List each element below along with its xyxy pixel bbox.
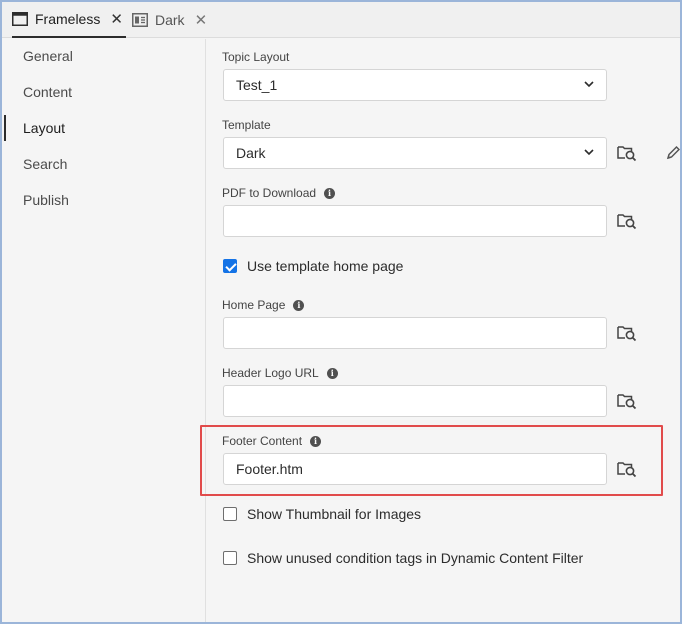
layout-icon <box>132 13 148 27</box>
show-unused-tags-checkbox[interactable]: Show unused condition tags in Dynamic Co… <box>223 550 583 566</box>
sidebar-item-publish[interactable]: Publish <box>2 183 206 217</box>
sidebar-item-label: Layout <box>23 120 66 136</box>
browse-folder-icon[interactable] <box>617 324 637 342</box>
template-select[interactable]: Dark <box>223 137 607 169</box>
sidebar-item-label: General <box>23 48 73 64</box>
checkbox-label: Show Thumbnail for Images <box>247 506 422 522</box>
checkbox-label: Use template home page <box>247 258 404 274</box>
browse-folder-icon[interactable] <box>617 144 637 162</box>
show-thumbnail-checkbox[interactable]: Show Thumbnail for Images <box>223 506 421 522</box>
checkbox-label: Show unused condition tags in Dynamic Co… <box>247 550 584 566</box>
checkbox-unchecked[interactable] <box>223 507 237 521</box>
pdf-to-download-input[interactable] <box>223 205 607 237</box>
label-text: Topic Layout <box>222 50 290 64</box>
label-text: Footer Content <box>222 434 303 448</box>
checkbox-unchecked[interactable] <box>223 551 237 565</box>
sidebar-item-label: Publish <box>23 192 69 208</box>
tab-frameless[interactable]: Frameless ✕ <box>12 2 126 38</box>
sidebar-item-label: Search <box>23 156 68 172</box>
footer-content-label: Footer Content i <box>222 434 322 448</box>
sidebar-item-search[interactable]: Search <box>2 147 206 181</box>
chevron-down-icon <box>584 81 594 88</box>
header-logo-url-label: Header Logo URL i <box>222 366 338 380</box>
footer-content-input[interactable]: Footer.htm <box>223 453 607 485</box>
use-template-home-checkbox[interactable]: Use template home page <box>223 258 403 274</box>
browse-folder-icon[interactable] <box>617 392 637 410</box>
label-text: Template <box>222 118 271 132</box>
label-text: PDF to Download <box>222 186 317 200</box>
sidebar-item-general[interactable]: General <box>2 39 206 73</box>
tab-bar: Frameless ✕ Dark ✕ <box>2 2 680 38</box>
template-label: Template <box>222 118 271 132</box>
tab-label: Dark <box>155 12 185 28</box>
info-icon[interactable]: i <box>310 435 322 447</box>
edit-pencil-icon[interactable] <box>665 145 681 161</box>
sidebar-item-layout[interactable]: Layout <box>2 111 206 145</box>
browse-folder-icon[interactable] <box>617 212 637 230</box>
checkbox-checked[interactable] <box>223 259 237 273</box>
tab-label: Frameless <box>35 11 101 27</box>
info-icon[interactable]: i <box>326 367 338 379</box>
input-value: Footer.htm <box>236 461 303 477</box>
browse-folder-icon[interactable] <box>617 460 637 478</box>
select-value: Dark <box>236 145 266 161</box>
sidebar: General Content Layout Search Publish <box>2 39 206 622</box>
home-page-input[interactable] <box>223 317 607 349</box>
sidebar-item-label: Content <box>23 84 73 100</box>
tab-dark[interactable]: Dark ✕ <box>132 2 212 38</box>
pdf-to-download-label: PDF to Download i <box>222 186 336 200</box>
home-page-label: Home Page i <box>222 298 305 312</box>
label-text: Header Logo URL <box>222 366 319 380</box>
topic-layout-select[interactable]: Test_1 <box>223 69 607 101</box>
close-icon[interactable]: ✕ <box>110 12 123 27</box>
header-logo-url-input[interactable] <box>223 385 607 417</box>
close-icon[interactable]: ✕ <box>195 13 208 28</box>
layout-settings-panel: Topic Layout Test_1 Template Dark PDF to… <box>200 39 681 622</box>
label-text: Home Page <box>222 298 286 312</box>
sidebar-item-content[interactable]: Content <box>2 75 206 109</box>
window-icon <box>12 12 28 26</box>
settings-window: Frameless ✕ Dark ✕ General Content Layou… <box>0 0 682 624</box>
info-icon[interactable]: i <box>324 187 336 199</box>
info-icon[interactable]: i <box>293 299 305 311</box>
topic-layout-label: Topic Layout <box>222 50 289 64</box>
chevron-down-icon <box>584 149 594 156</box>
select-value: Test_1 <box>236 77 278 93</box>
